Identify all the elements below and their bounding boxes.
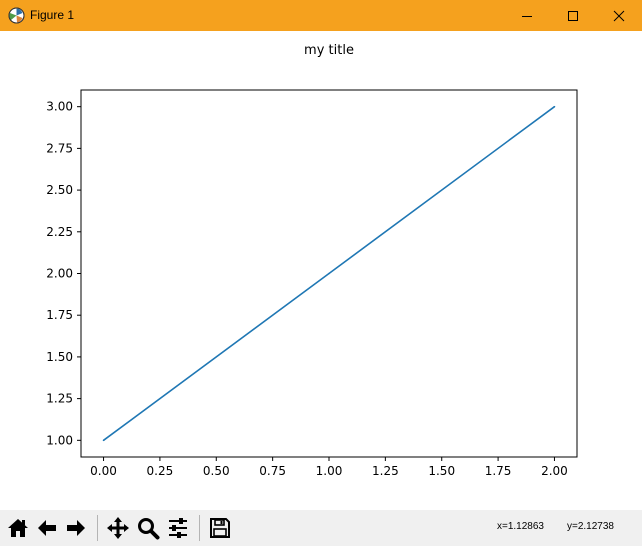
x-tick-label: 2.00 xyxy=(541,464,568,478)
home-icon xyxy=(8,519,28,537)
toolbar-separator xyxy=(97,515,98,541)
x-coordinate-readout: x=1.12863 xyxy=(497,521,544,532)
close-icon xyxy=(613,10,625,21)
pan-button[interactable] xyxy=(105,515,131,541)
data-point xyxy=(328,272,330,275)
window-titlebar[interactable]: Figure 1 xyxy=(0,0,642,31)
x-tick-label: 1.25 xyxy=(372,464,399,478)
data-point xyxy=(102,439,105,442)
y-coordinate-readout: y=2.12738 xyxy=(567,521,614,532)
maximize-button[interactable] xyxy=(550,0,596,31)
matplotlib-icon xyxy=(8,7,25,24)
x-tick-label: 0.00 xyxy=(90,464,117,478)
zoom-button[interactable] xyxy=(135,515,161,541)
navigation-toolbar xyxy=(0,510,642,546)
toolbar-separator xyxy=(199,515,200,541)
y-tick-label: 2.00 xyxy=(46,267,73,281)
save-button[interactable] xyxy=(207,515,233,541)
configure-subplots-button[interactable] xyxy=(165,515,191,541)
line-chart[interactable]: my title 0.00 0.25 0.50 0.75 1.00 1.25 1.50 1.75… xyxy=(1,31,641,510)
x-tick-label: 0.50 xyxy=(203,464,230,478)
y-tick-label: 1.25 xyxy=(46,392,73,406)
forward-button[interactable] xyxy=(63,515,89,541)
save-icon xyxy=(210,518,230,538)
y-tick-label: 2.75 xyxy=(46,141,73,155)
arrow-right-icon xyxy=(67,520,85,536)
data-point xyxy=(553,105,556,108)
x-tick-label: 0.25 xyxy=(147,464,174,478)
back-button[interactable] xyxy=(34,515,60,541)
x-tick-label: 1.00 xyxy=(316,464,343,478)
move-icon xyxy=(107,517,129,539)
minimize-button[interactable] xyxy=(504,0,550,31)
zoom-icon xyxy=(138,518,160,540)
sliders-icon xyxy=(169,518,187,538)
y-tick-label: 1.00 xyxy=(46,433,73,447)
x-tick-label: 0.75 xyxy=(259,464,286,478)
minimize-icon xyxy=(522,15,532,17)
figure-canvas[interactable]: my title 0.00 0.25 0.50 0.75 1.00 1.25 1.50 1.75… xyxy=(1,31,641,510)
chart-title: my title xyxy=(304,43,354,58)
y-tick-label: 2.25 xyxy=(46,225,73,239)
x-tick-label: 1.75 xyxy=(485,464,512,478)
y-tick-label: 1.75 xyxy=(46,308,73,322)
x-tick-label: 1.50 xyxy=(428,464,455,478)
maximize-icon xyxy=(568,10,578,21)
arrow-left-icon xyxy=(38,520,56,536)
close-button[interactable] xyxy=(596,0,642,31)
y-tick-label: 2.50 xyxy=(46,183,73,197)
home-button[interactable] xyxy=(5,515,31,541)
window-title: Figure 1 xyxy=(30,8,75,22)
y-tick-label: 1.50 xyxy=(46,350,73,364)
y-tick-label: 3.00 xyxy=(46,100,73,114)
